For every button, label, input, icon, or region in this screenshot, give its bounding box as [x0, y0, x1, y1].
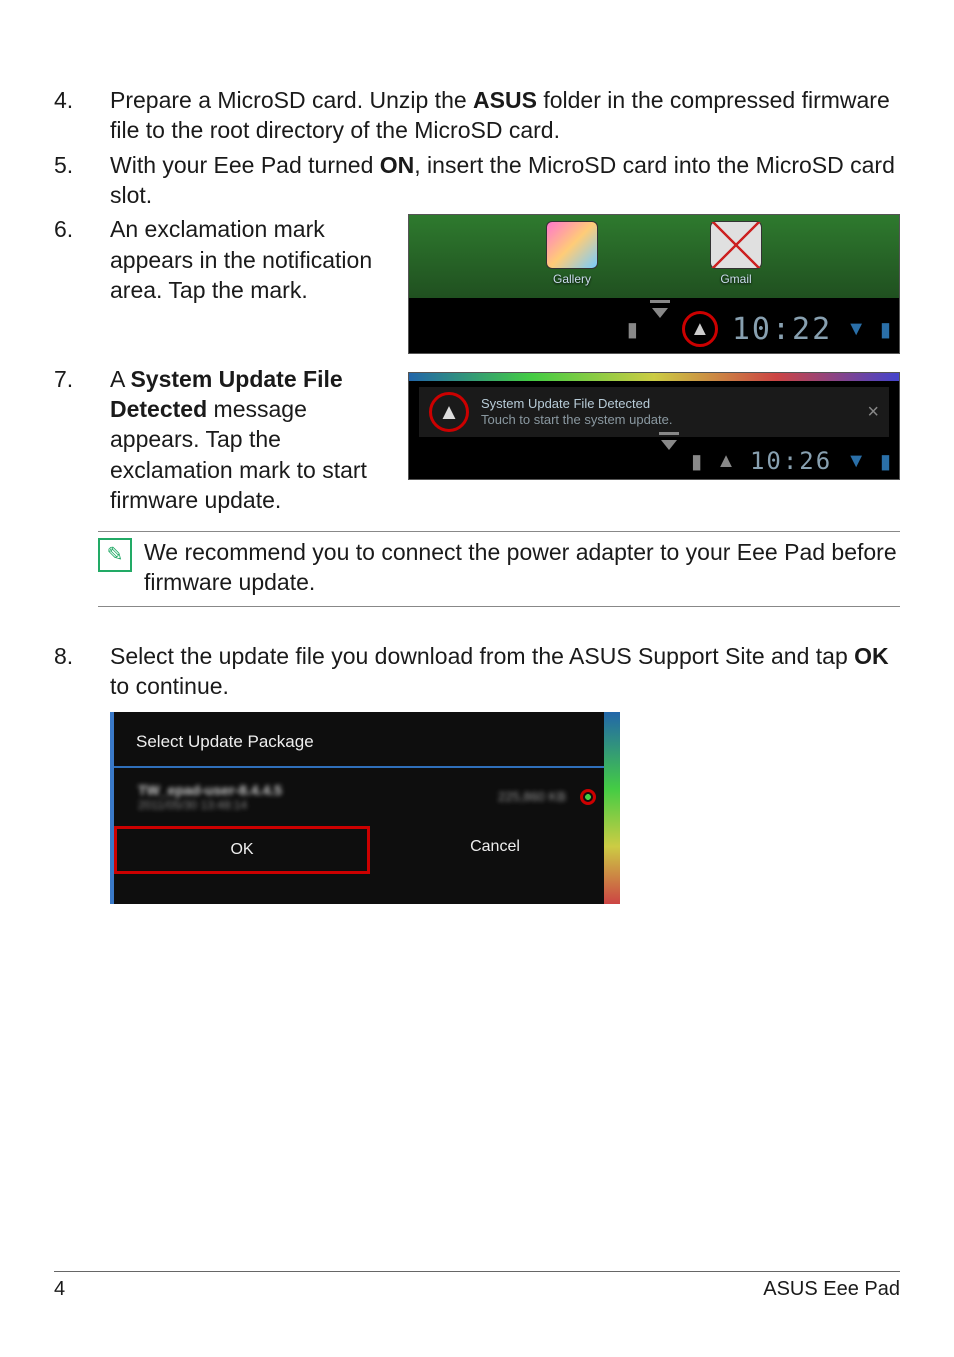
step-5-number: 5.	[54, 150, 110, 211]
clock: 10:22	[732, 312, 832, 347]
steps-6-7-block: 6. An exclamation mark appears in the no…	[54, 214, 900, 519]
step-4-number: 4.	[54, 85, 110, 146]
wifi-icon: ▼	[846, 318, 866, 341]
gmail-icon	[710, 221, 762, 269]
product-name: ASUS Eee Pad	[763, 1278, 900, 1301]
bold-text: ON	[380, 152, 415, 178]
step-6-text: An exclamation mark appears in the notif…	[110, 214, 396, 305]
text: Select the update file you download from…	[110, 643, 854, 669]
notification-title: System Update File Detected	[481, 396, 855, 412]
package-size: 225,860 KB	[498, 789, 566, 804]
ok-button[interactable]: OK	[114, 826, 370, 874]
step-5: 5. With your Eee Pad turned ON, insert t…	[54, 150, 900, 211]
cancel-button[interactable]: Cancel	[370, 826, 620, 874]
system-bar: ▮ ▲ 10:22 ▼ ▮	[409, 305, 899, 353]
text: to continue.	[110, 673, 229, 699]
battery-icon: ▮	[880, 317, 891, 342]
alert-small-icon: ▲	[716, 450, 736, 473]
step-4-text: Prepare a MicroSD card. Unzip the ASUS f…	[110, 85, 900, 146]
alert-icon[interactable]: ▲	[682, 311, 718, 347]
note-icon: ✎	[98, 538, 132, 572]
step-8-text: Select the update file you download from…	[110, 641, 900, 702]
step-6-number: 6.	[54, 214, 110, 305]
gallery-icon	[546, 221, 598, 269]
alert-icon[interactable]: ▲	[429, 392, 469, 432]
step-6: 6. An exclamation mark appears in the no…	[54, 214, 396, 305]
note-box: ✎ We recommend you to connect the power …	[98, 531, 900, 607]
sdcard-icon: ▮	[627, 317, 638, 342]
system-bar: ▮ ▲ 10:26 ▼ ▮	[409, 443, 899, 479]
package-date: 2011/05/30 13:48:14	[138, 798, 484, 812]
text: Prepare a MicroSD card. Unzip the	[110, 87, 473, 113]
page-number: 4	[54, 1278, 65, 1301]
screenshot-update-notification: ▲ System Update File Detected Touch to s…	[408, 372, 900, 480]
app-label: Gallery	[540, 272, 604, 286]
color-edge	[604, 712, 620, 904]
notification-subtitle: Touch to start the system update.	[481, 412, 855, 428]
close-icon[interactable]: ×	[867, 401, 879, 424]
app-label: Gmail	[704, 272, 768, 286]
app-icon-gmail: Gmail	[704, 221, 768, 299]
step-4: 4. Prepare a MicroSD card. Unzip the ASU…	[54, 85, 900, 146]
sdcard-icon: ▮	[691, 449, 702, 474]
step-7-number: 7.	[54, 364, 110, 516]
package-name: TW_epad-user-8.4.4.5	[138, 782, 484, 798]
dialog-title: Select Update Package	[114, 712, 620, 766]
text: With your Eee Pad turned	[110, 152, 380, 178]
clock: 10:26	[750, 447, 832, 475]
step-8-number: 8.	[54, 641, 110, 702]
app-icon-gallery: Gallery	[540, 221, 604, 299]
color-edge	[409, 373, 899, 381]
bold-text: ASUS	[473, 87, 537, 113]
step-5-text: With your Eee Pad turned ON, insert the …	[110, 150, 900, 211]
step-7: 7. A System Update File Detected message…	[54, 364, 396, 516]
battery-icon: ▮	[880, 449, 891, 474]
wifi-icon: ▼	[846, 450, 866, 473]
package-row[interactable]: TW_epad-user-8.4.4.5 2011/05/30 13:48:14…	[114, 768, 620, 826]
bold-text: OK	[854, 643, 889, 669]
step-7-text: A System Update File Detected message ap…	[110, 364, 396, 516]
radio-selected-icon[interactable]	[580, 789, 596, 805]
notification-row[interactable]: ▲ System Update File Detected Touch to s…	[419, 387, 889, 437]
page-footer: 4 ASUS Eee Pad	[54, 1271, 900, 1301]
screenshot-select-package: Select Update Package TW_epad-user-8.4.4…	[110, 712, 620, 904]
download-icon	[652, 318, 668, 341]
download-icon	[661, 450, 677, 473]
text: A	[110, 366, 130, 392]
screenshot-notification-area: Gallery Gmail ▮ ▲ 10:22 ▼ ▮	[408, 214, 900, 354]
note-text: We recommend you to connect the power ad…	[144, 538, 900, 598]
step-8: 8. Select the update file you download f…	[54, 641, 900, 702]
